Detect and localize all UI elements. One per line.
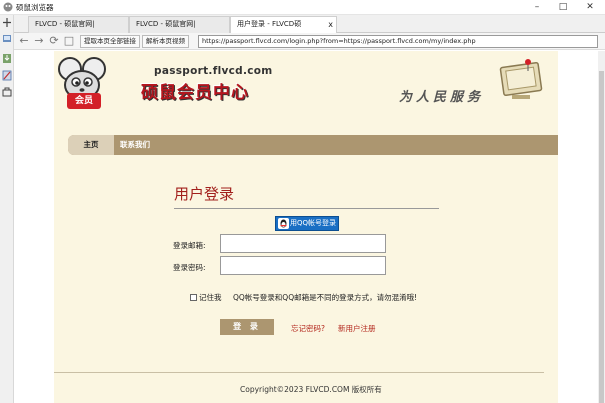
copyright-text: Copyright©2023 FLVCD.COM 版权所有	[240, 385, 382, 394]
app-logo-icon	[3, 2, 13, 12]
parse-video-button[interactable]: 解析本页视频	[142, 35, 189, 48]
tab-user-login[interactable]: 用户登录 - FLVCD硕 x	[230, 16, 337, 34]
scrollbar-thumb[interactable]	[599, 71, 604, 403]
forward-arrow-icon[interactable]: →	[33, 35, 45, 47]
site-domain: passport.flvcd.com	[154, 65, 273, 77]
tab-label: FLVCD - 硕鼠官网|	[136, 20, 196, 28]
stop-icon[interactable]: □	[63, 35, 75, 47]
grab-video-icon[interactable]	[2, 33, 12, 44]
qq-login-button[interactable]: 用QQ帐号登录	[275, 216, 339, 231]
maximize-button[interactable]: □	[553, 0, 573, 14]
footer-divider	[54, 372, 544, 373]
left-toolbar	[0, 15, 14, 403]
nav-home-link[interactable]: 主页	[68, 135, 114, 155]
tab-label: FLVCD - 硕鼠官网|	[35, 20, 95, 28]
address-bar[interactable]: https://passport.flvcd.com/login.php?fro…	[198, 35, 598, 48]
add-icon[interactable]	[2, 17, 12, 28]
nav-contact-link[interactable]: 联系我们	[120, 135, 150, 155]
slogan: 为人民服务	[399, 90, 485, 105]
navigation-bar: ← → ⟳ □ 提取本页全部链接 解析本页视频 https://passport…	[14, 33, 605, 50]
tab-close-icon[interactable]: x	[328, 17, 333, 32]
extract-links-button[interactable]: 提取本页全部链接	[80, 35, 140, 48]
title-bar: 硕鼠浏览器 – □ ✕	[0, 0, 605, 15]
monitor-note-icon	[499, 59, 543, 99]
page-canvas: 会员 passport.flvcd.com 硕鼠会员中心 为人民服务 主页 联系…	[54, 51, 558, 403]
tab-label: 用户登录 - FLVCD硕	[237, 20, 302, 28]
browser-window: 硕鼠浏览器 – □ ✕ FLVCD - 硕鼠官网| FLVCD - 硕鼠官网| …	[0, 0, 605, 403]
register-link[interactable]: 新用户注册	[338, 323, 376, 334]
remember-label: 记住我	[199, 293, 222, 302]
password-label: 登录密码:	[173, 263, 206, 272]
web-page: 会员 passport.flvcd.com 硕鼠会员中心 为人民服务 主页 联系…	[14, 51, 598, 403]
qq-notice-text: QQ帐号登录和QQ邮箱是不同的登录方式，请勿混淆哦!	[233, 293, 418, 302]
toolbox-icon[interactable]	[2, 86, 12, 97]
site-nav-bar: 主页 联系我们	[68, 135, 558, 155]
qq-login-label: 用QQ帐号登录	[290, 219, 337, 227]
refresh-icon[interactable]: ⟳	[48, 35, 60, 47]
heading-divider	[174, 208, 439, 209]
login-heading: 用户登录	[174, 185, 235, 203]
close-window-button[interactable]: ✕	[580, 0, 600, 14]
remember-checkbox[interactable]	[190, 294, 197, 301]
forgot-password-link[interactable]: 忘记密码?	[291, 323, 325, 334]
minimize-button[interactable]: –	[527, 0, 547, 14]
tab-flvcd-1[interactable]: FLVCD - 硕鼠官网|	[28, 16, 129, 33]
tab-flvcd-2[interactable]: FLVCD - 硕鼠官网|	[129, 16, 230, 33]
remember-me[interactable]: 记住我	[190, 292, 222, 303]
member-badge: 会员	[67, 93, 101, 109]
password-field[interactable]	[220, 256, 386, 275]
convert-icon[interactable]	[2, 70, 12, 81]
qq-penguin-icon	[278, 218, 289, 229]
window-title: 硕鼠浏览器	[16, 3, 54, 12]
site-title: 硕鼠会员中心	[141, 83, 249, 103]
page-scrollbar[interactable]	[598, 51, 605, 403]
download-icon[interactable]	[2, 53, 12, 64]
email-label: 登录邮箱:	[173, 241, 206, 250]
back-arrow-icon[interactable]: ←	[18, 35, 30, 47]
login-button[interactable]: 登 录	[220, 319, 274, 335]
tab-strip: FLVCD - 硕鼠官网| FLVCD - 硕鼠官网| 用户登录 - FLVCD…	[14, 15, 605, 34]
email-field[interactable]	[220, 234, 386, 253]
